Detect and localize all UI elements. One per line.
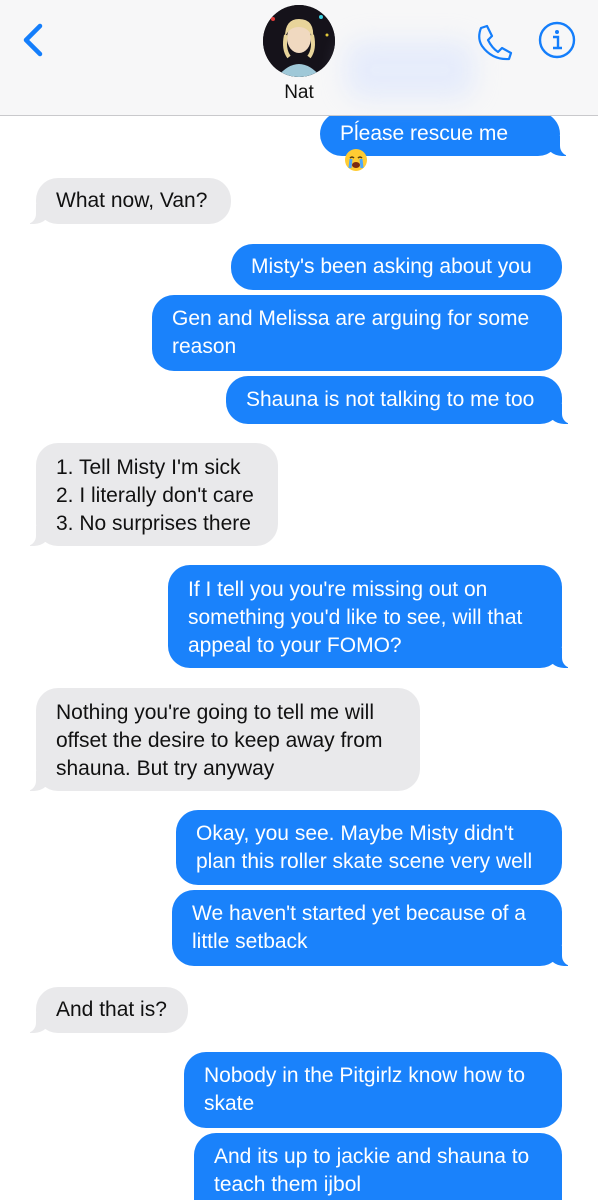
message-received[interactable]: And that is? [26,987,188,1033]
message-text: What now, Van? [56,189,208,212]
info-icon [538,21,576,59]
message-sent[interactable]: Pĺease rescue me [320,112,570,171]
back-button[interactable] [18,20,52,60]
message-text: Shauna is not talking to me too [246,388,535,411]
message-text: We haven't started yet because of a litt… [192,902,526,953]
message-text: And that is? [56,998,167,1021]
message-sent[interactable]: Nobody in the Pitgirlz know how to skate [184,1052,562,1128]
message-sent[interactable]: We haven't started yet because of a litt… [172,890,572,966]
chevron-left-icon [23,23,43,57]
message-sent[interactable]: Misty's been asking about you [231,244,562,290]
list-item: 3. No surprises there [56,512,251,535]
message-sent[interactable]: If I tell you you're missing out on some… [168,565,572,668]
call-button[interactable] [472,20,516,64]
message-text: Gen and Melissa are arguing for some rea… [172,307,530,358]
message-received[interactable]: 1. Tell Misty I'm sick 2. I literally do… [26,443,278,546]
message-thread: Pĺease rescue me What now, Van? Misty's … [0,0,598,1200]
message-sent[interactable]: And its up to jackie and shauna to teach… [194,1133,562,1200]
crying-face-icon [345,149,367,171]
message-text: Pĺease rescue me [340,122,509,145]
list-item: 1. Tell Misty I'm sick [56,456,241,479]
message-text: Misty's been asking about you [251,255,532,278]
message-text: And its up to jackie and shauna to teach… [214,1145,530,1196]
message-sent[interactable]: Okay, you see. Maybe Misty didn't plan t… [176,810,562,885]
conversation-header: Nat [0,0,598,116]
avatar[interactable] [263,5,335,77]
message-text: If I tell you you're missing out on some… [188,578,523,657]
message-text: Nobody in the Pitgirlz know how to skate [204,1064,525,1115]
message-text: Nothing you're going to tell me will off… [56,701,383,780]
message-received[interactable]: What now, Van? [26,178,231,224]
message-received[interactable]: Nothing you're going to tell me will off… [26,688,420,791]
phone-icon [478,24,513,61]
message-sent[interactable]: Gen and Melissa are arguing for some rea… [152,295,562,371]
list-item: 2. I literally don't care [56,484,254,507]
info-button[interactable] [536,19,578,61]
message-sent[interactable]: Shauna is not talking to me too [226,376,572,424]
contact-name[interactable]: Nat [0,82,598,104]
message-text: Okay, you see. Maybe Misty didn't plan t… [196,822,533,873]
contact-photo [263,5,335,77]
